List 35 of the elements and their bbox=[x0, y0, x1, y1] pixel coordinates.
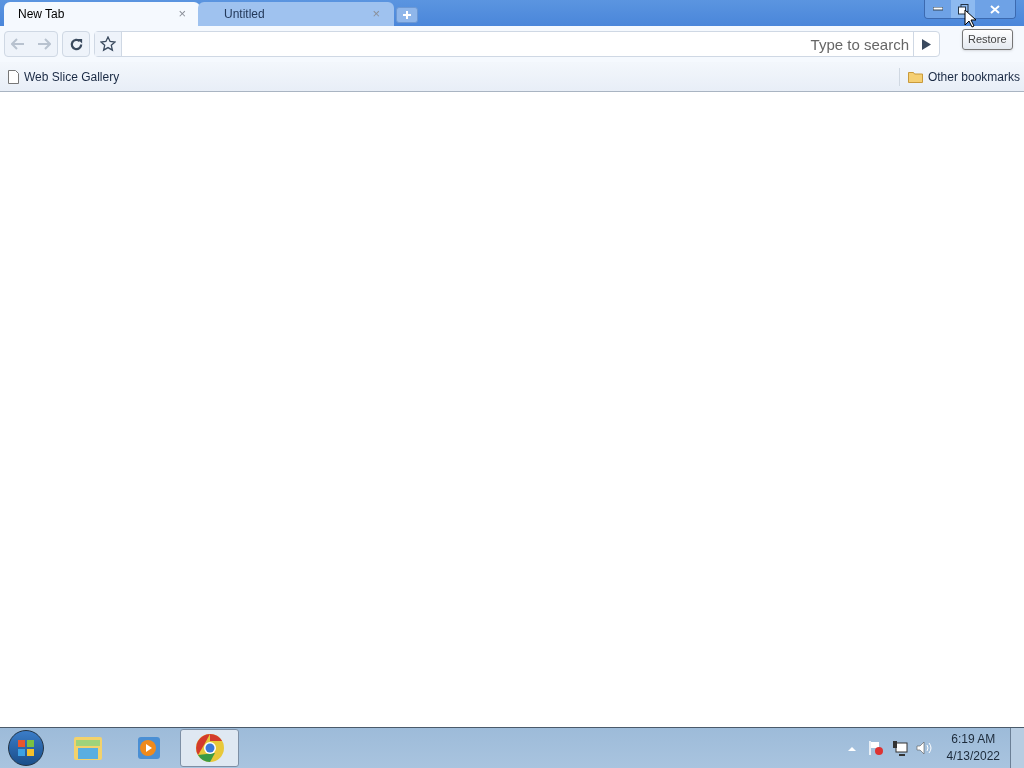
folder-icon bbox=[907, 70, 923, 83]
flag-warning-icon[interactable] bbox=[867, 740, 884, 756]
restore-icon bbox=[957, 3, 969, 15]
plus-icon bbox=[402, 10, 412, 20]
browser-tab[interactable]: New Tab × bbox=[4, 2, 200, 26]
time: 6:19 AM bbox=[951, 731, 996, 748]
new-tab-button[interactable] bbox=[396, 7, 418, 23]
date: 4/13/2022 bbox=[946, 748, 1000, 765]
close-icon bbox=[990, 4, 1000, 14]
reload-icon bbox=[68, 36, 84, 52]
tab-title: Untitled bbox=[223, 6, 266, 23]
restore-button[interactable] bbox=[951, 0, 975, 18]
forward-arrow-icon bbox=[37, 38, 51, 50]
folder-icon bbox=[71, 734, 104, 762]
minimize-icon bbox=[933, 7, 943, 11]
taskbar-button[interactable] bbox=[180, 729, 239, 767]
go-icon[interactable] bbox=[922, 38, 931, 50]
back-arrow-icon bbox=[11, 38, 25, 50]
star-icon[interactable] bbox=[100, 36, 116, 52]
caret-up-icon[interactable] bbox=[847, 745, 856, 751]
reload-button[interactable] bbox=[62, 31, 90, 57]
browser-logo-icon bbox=[194, 733, 225, 763]
browser-tab[interactable]: Untitled × bbox=[198, 2, 394, 26]
other-bookmarks[interactable]: Other bookmarks bbox=[898, 67, 1020, 86]
bookmark-item[interactable]: Web Slice Gallery bbox=[8, 67, 120, 86]
speaker-icon[interactable] bbox=[915, 741, 933, 755]
network-icon[interactable] bbox=[891, 740, 908, 756]
start-button[interactable] bbox=[8, 730, 44, 766]
show-desktop-button[interactable] bbox=[1010, 728, 1024, 768]
tooltip: Restore bbox=[962, 29, 1013, 50]
clock[interactable]: 6:19 AM 4/13/2022 bbox=[946, 731, 1000, 765]
tab-title: New Tab bbox=[18, 6, 66, 23]
windows-logo-icon bbox=[17, 739, 35, 757]
page-icon bbox=[8, 69, 19, 84]
play-icon bbox=[135, 735, 162, 761]
